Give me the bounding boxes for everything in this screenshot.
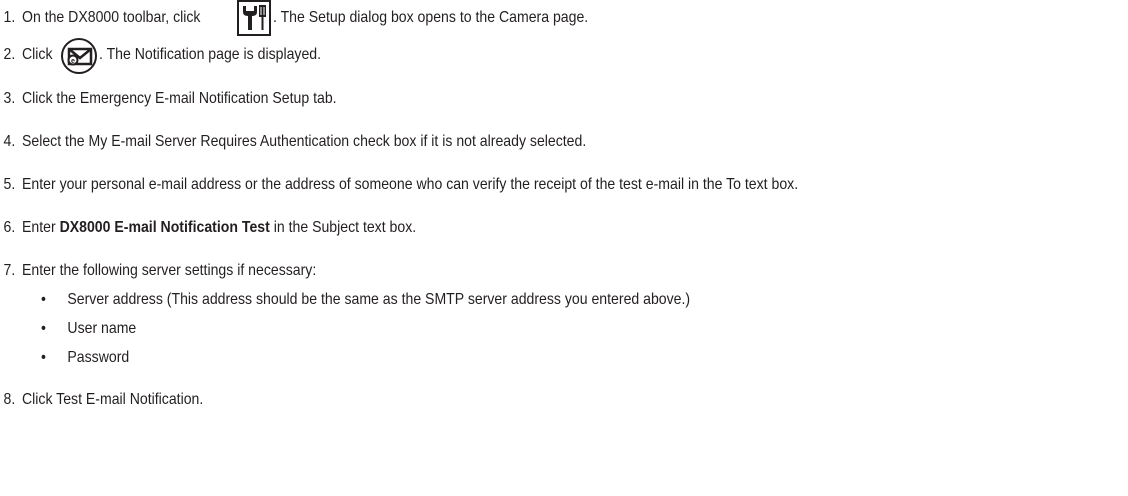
step-text: Enter your personal e-mail address or th… [22, 176, 799, 193]
step-8: 8. Click Test E-mail Notification. [0, 390, 204, 410]
server-setting: User name [67, 320, 137, 337]
step-text: Enter the following server settings if n… [22, 262, 317, 279]
step-number: 8. [3, 391, 16, 408]
step-1-continuation: . The Setup dialog box opens to the Came… [273, 8, 588, 28]
step-7: 7. Enter the following server settings if… [0, 261, 317, 281]
step-number: 2. [3, 46, 16, 63]
step-text: . The Setup dialog box opens to the Came… [273, 9, 589, 26]
step-number: 6. [3, 219, 16, 236]
bullet: • [41, 291, 46, 308]
step-6: 6. Enter DX8000 E-mail Notification Test … [0, 218, 417, 238]
server-setting: Password [67, 349, 130, 366]
step-text: in the Subject text box. [273, 219, 417, 236]
step-text: . The Notification page is displayed. [99, 46, 322, 63]
step-number: 5. [3, 176, 16, 193]
step-text: Click the Emergency E-mail Notification … [22, 90, 337, 107]
bullet: • [41, 349, 46, 366]
setup-tools-icon [237, 0, 271, 36]
server-setting: Server address (This address should be t… [67, 291, 691, 308]
step-4: 4. Select the My E-mail Server Requires A… [0, 132, 587, 152]
step-number: 3. [3, 90, 16, 107]
list-item: • Server address (This address should be … [41, 290, 690, 310]
svg-text:e: e [71, 58, 75, 65]
step-text: Click Test E-mail Notification. [22, 391, 204, 408]
step-number: 1. [3, 9, 16, 26]
step-1: 1. On the DX8000 toolbar, click [0, 8, 201, 28]
list-item: • User name [41, 319, 136, 339]
step-number: 4. [3, 133, 16, 150]
step-2: 2. Click [0, 45, 53, 65]
step-3: 3. Click the Emergency E-mail Notificatio… [0, 89, 337, 109]
list-item: • Password [41, 348, 129, 368]
step-text: Select the My E-mail Server Requires Aut… [22, 133, 587, 150]
subject-value: DX8000 E-mail Notification Test [59, 219, 270, 236]
bullet: • [41, 320, 46, 337]
step-text: Enter [22, 219, 56, 236]
email-notification-icon: e [61, 38, 97, 74]
step-5: 5. Enter your personal e-mail address or … [0, 175, 799, 195]
step-2-continuation: . The Notification page is displayed. [99, 45, 321, 65]
step-text: On the DX8000 toolbar, click [22, 9, 201, 26]
step-text: Click [22, 46, 53, 63]
step-number: 7. [3, 262, 16, 279]
